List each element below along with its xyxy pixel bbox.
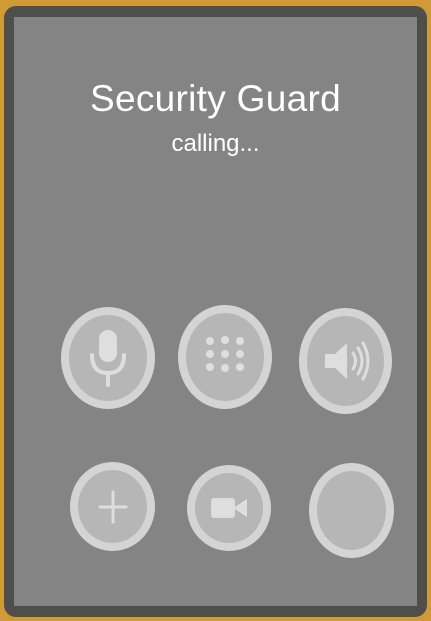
video-call-button[interactable] [187,465,271,551]
blank-button[interactable] [309,463,394,558]
speaker-button[interactable] [299,308,392,414]
add-call-button[interactable] [70,462,155,551]
call-status: calling... [171,130,260,157]
keypad-button[interactable] [178,305,272,409]
caller-name: Security Guard [90,78,341,119]
speaker-icon [324,341,369,381]
call-screen: Security Guard calling... [14,17,417,606]
video-camera-icon [211,498,247,518]
device-frame: Security Guard calling... [4,6,427,617]
keypad-icon [206,336,244,372]
plus-icon [98,490,127,523]
mute-button[interactable] [61,307,155,409]
microphone-icon [90,330,126,387]
